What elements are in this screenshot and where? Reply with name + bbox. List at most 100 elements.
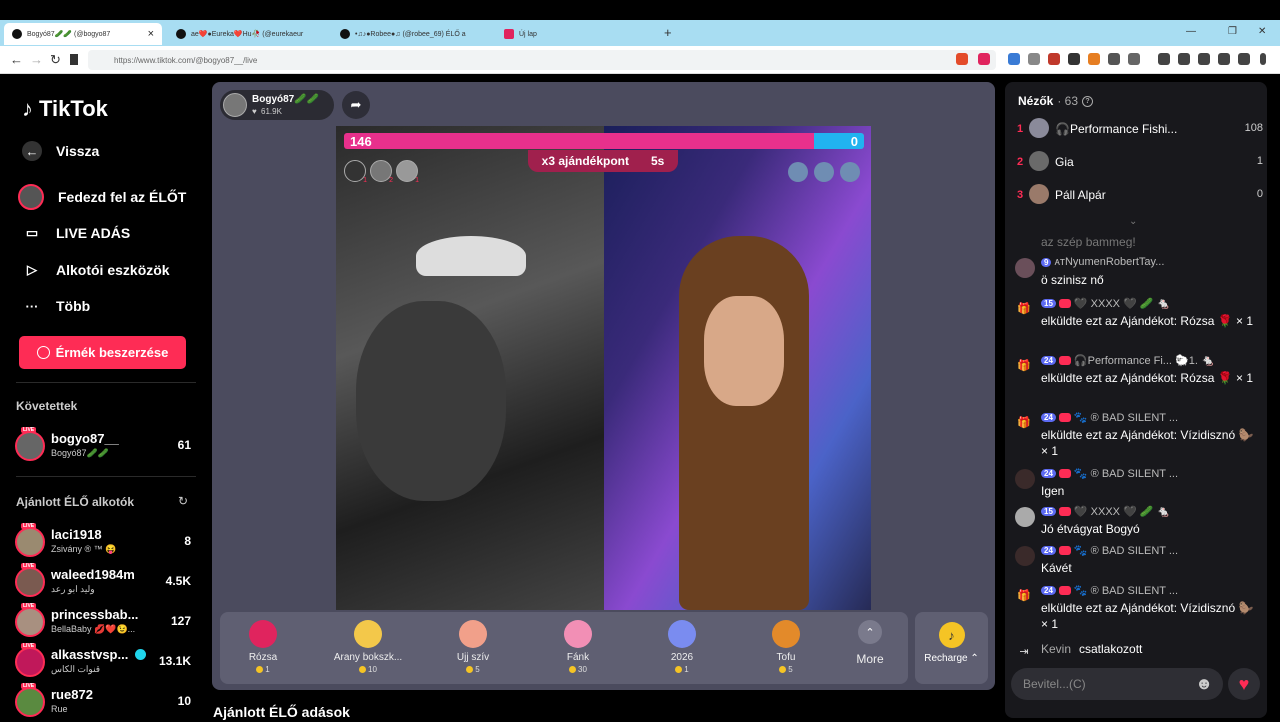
reload-icon[interactable]: ↻ bbox=[50, 52, 61, 68]
gift-gold-boxing-glove[interactable]: Arany bokszk... 10 bbox=[320, 620, 416, 674]
sidebar-toggle-icon[interactable] bbox=[1178, 53, 1190, 65]
creator-nickname: Zsivány ® ™ 😝 bbox=[51, 544, 117, 554]
nav-more[interactable]: ··· Több bbox=[22, 296, 91, 316]
recommended-creators-heading: Ajánlott ÉLŐ alkotók bbox=[16, 495, 135, 509]
recommended-creator[interactable]: LIVE alkasstvsp... قنوات الكاس 13.1K bbox=[15, 643, 191, 682]
extension-icon[interactable] bbox=[1048, 53, 1060, 65]
nav-back[interactable]: ← Vissza bbox=[22, 141, 99, 161]
chat-username[interactable]: ᴀᴛNyumenRobertTay... bbox=[1054, 256, 1164, 268]
get-coins-button[interactable]: Érmék beszerzése bbox=[19, 336, 186, 369]
viewer-score: 0 bbox=[1256, 188, 1263, 200]
coin-icon bbox=[569, 666, 577, 673]
viewer-row[interactable]: 2 Gia 1 bbox=[1017, 151, 1263, 175]
live-badge: LIVE bbox=[21, 683, 37, 689]
nav-live-studio[interactable]: ▭ LIVE ADÁS bbox=[22, 223, 130, 243]
extension-icon[interactable] bbox=[1068, 53, 1080, 65]
following-item[interactable]: LIVE bogyo87__ Bogyó87🥒🥒 61 bbox=[15, 427, 191, 466]
viewers-title: Nézők bbox=[1018, 94, 1054, 108]
share-arrow-icon: ➦ bbox=[350, 97, 362, 112]
extension-icon[interactable] bbox=[1028, 53, 1040, 65]
chat-text: elküldte ezt az Ajándékot: Vízidisznó 🦫 … bbox=[1041, 428, 1254, 458]
browser-tab[interactable]: Új lap bbox=[496, 23, 656, 45]
share-button[interactable]: ➦ bbox=[342, 91, 370, 119]
recommended-creator[interactable]: LIVE princessbab... BellaBaby 💋❤️😉... 12… bbox=[15, 603, 191, 642]
chat-username[interactable]: 🐾 ® BAD SILENT ... bbox=[1074, 584, 1178, 597]
extension-icon[interactable] bbox=[1128, 53, 1140, 65]
chat-username[interactable]: 🖤 XXXX 🖤 🥒 🐁 bbox=[1074, 297, 1170, 310]
recommended-creator[interactable]: LIVE rue872 Rue 10 bbox=[15, 683, 191, 722]
fan-badge-icon bbox=[1058, 469, 1071, 478]
chat-username[interactable]: 🖤 XXXX 🖤 🥒 🐁 bbox=[1074, 505, 1170, 518]
tiktok-logo[interactable]: ♪ TikTok bbox=[22, 96, 108, 122]
close-window-button[interactable]: ✕ bbox=[1258, 26, 1266, 37]
chat-input[interactable]: Bevitel...(C) ☻ bbox=[1011, 668, 1223, 700]
chat-username[interactable]: 🐾 ® BAD SILENT ... bbox=[1074, 411, 1178, 424]
close-tab-icon[interactable]: × bbox=[148, 28, 154, 40]
join-user[interactable]: Kevin bbox=[1041, 642, 1071, 656]
recharge-button[interactable]: ♪ Recharge ⌃ bbox=[915, 612, 988, 684]
avatar[interactable] bbox=[1015, 469, 1035, 489]
leo-ai-icon[interactable] bbox=[1218, 53, 1230, 65]
forward-icon[interactable]: → bbox=[30, 52, 43, 67]
gift-2026[interactable]: 2026 1 bbox=[634, 620, 730, 674]
chat-username[interactable]: 🎧Performance Fi... 🐑1. 🐁 bbox=[1074, 354, 1215, 367]
gift-finger-heart[interactable]: Ujj szív 5 bbox=[425, 620, 521, 674]
recommended-creator[interactable]: LIVE waleed1984m وليد ابو رعد 4.5K bbox=[15, 563, 191, 602]
maximize-button[interactable]: ❐ bbox=[1228, 26, 1237, 37]
collapse-icon[interactable]: ⌄ bbox=[1129, 216, 1137, 227]
chat-username[interactable]: 🐾 ® BAD SILENT ... bbox=[1074, 467, 1178, 480]
gift-rose[interactable]: Rózsa 1 bbox=[215, 620, 311, 674]
sidebar: ♪ TikTok ← Vissza Fedezd fel az ÉLŐT ▭ L… bbox=[0, 74, 208, 720]
top-gifter-avatar[interactable]: 1 bbox=[344, 160, 367, 184]
menu-icon[interactable] bbox=[1260, 53, 1266, 65]
join-message: ⇥ Kevin csatlakozott bbox=[1015, 640, 1263, 660]
help-icon[interactable]: ? bbox=[1082, 95, 1094, 107]
chat-username[interactable]: 🐾 ® BAD SILENT ... bbox=[1074, 544, 1178, 557]
recommended-creator[interactable]: LIVE laci1918 Zsivány ® ™ 😝 8 bbox=[15, 523, 191, 562]
viewers-header[interactable]: Nézők · 63 ? bbox=[1018, 94, 1094, 108]
host-info[interactable]: Bogyó87🥒🥒 ♥ 61.9K bbox=[220, 90, 334, 120]
empty-gifter-slot bbox=[814, 162, 834, 182]
browser-tab-active[interactable]: Bogyó87🥒🥒 (@bogyo87 × bbox=[4, 23, 162, 45]
live-badge: LIVE bbox=[21, 523, 37, 529]
avatar[interactable] bbox=[1015, 546, 1035, 566]
viewer-row[interactable]: 3 Páll Alpár 0 bbox=[1017, 184, 1263, 208]
extension-icon[interactable] bbox=[1088, 53, 1100, 65]
live-badge: LIVE bbox=[21, 603, 37, 609]
extension-icon[interactable] bbox=[1008, 53, 1020, 65]
top-gifter-avatar[interactable]: 1 bbox=[396, 160, 419, 184]
live-video[interactable]: 146 0 x3 ajándékpont 5s 1 2 1 bbox=[336, 126, 871, 610]
emoji-icon[interactable]: ☻ bbox=[1195, 674, 1213, 694]
avatar bbox=[15, 687, 45, 717]
boxing-glove-icon bbox=[354, 620, 382, 648]
nav-label: Több bbox=[56, 298, 91, 314]
minimize-button[interactable]: — bbox=[1186, 26, 1196, 37]
extensions-puzzle-icon[interactable] bbox=[1108, 53, 1120, 65]
refresh-icon[interactable]: ↻ bbox=[178, 494, 188, 508]
address-bar-row: ← → ↻ https://www.tiktok.com/@bogyo87__/… bbox=[0, 46, 1280, 74]
avatar[interactable] bbox=[1015, 507, 1035, 527]
gift-tofu[interactable]: Tofu 5 bbox=[738, 620, 834, 674]
url-input[interactable]: https://www.tiktok.com/@bogyo87__/live bbox=[88, 50, 996, 70]
new-tab-button[interactable]: + bbox=[664, 25, 672, 40]
like-button[interactable]: ♥ bbox=[1228, 668, 1260, 700]
wallet-icon[interactable] bbox=[1198, 53, 1210, 65]
nav-explore-live[interactable]: Fedezd fel az ÉLŐT bbox=[18, 184, 186, 210]
media-icon[interactable] bbox=[1158, 53, 1170, 65]
more-label: More bbox=[856, 652, 884, 666]
brave-shield-icon[interactable] bbox=[956, 53, 968, 65]
gift-donut[interactable]: Fánk 30 bbox=[530, 620, 626, 674]
more-gifts-button[interactable]: ⌃ More bbox=[838, 620, 902, 666]
vpn-icon[interactable] bbox=[1238, 53, 1250, 65]
browser-tab[interactable]: ae❤️●Eureka❤️Hu🥀 (@eurekaeur bbox=[168, 23, 328, 45]
avatar[interactable] bbox=[1015, 258, 1035, 278]
nav-creator-tools[interactable]: ▷ Alkotói eszközök bbox=[22, 260, 170, 280]
top-gifter-avatar[interactable]: 2 bbox=[370, 160, 393, 184]
back-icon[interactable]: ← bbox=[10, 52, 23, 67]
viewer-row[interactable]: 1 🎧Performance Fishi... 108 bbox=[1017, 118, 1263, 142]
bookmark-icon[interactable] bbox=[70, 54, 78, 65]
gift-price-value: 30 bbox=[578, 665, 587, 674]
creator-name: waleed1984m bbox=[51, 567, 135, 582]
rewards-icon[interactable] bbox=[978, 53, 990, 65]
browser-tab[interactable]: •♫♪●Robee●♫ (@robee_69) ÉLŐ a bbox=[332, 23, 492, 45]
